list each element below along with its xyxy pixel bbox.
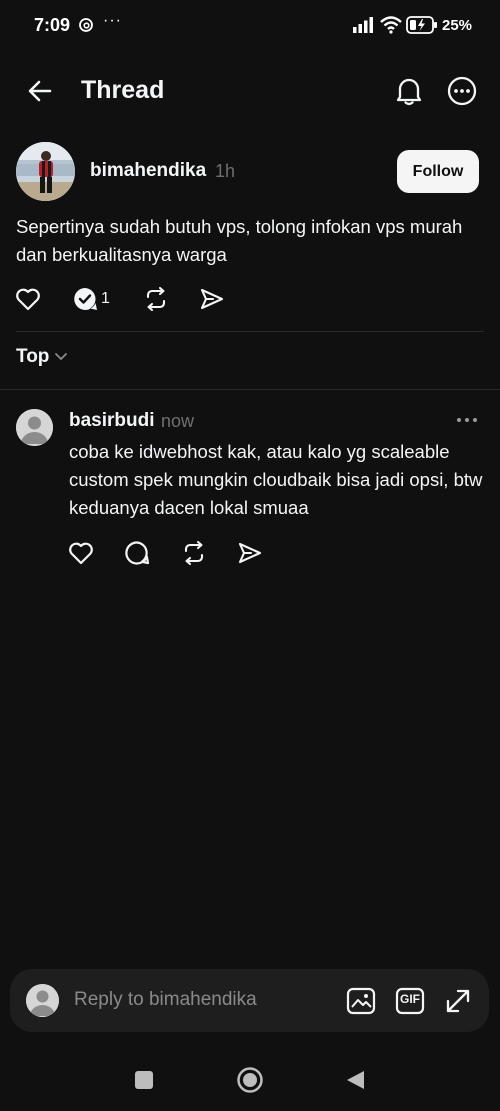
expand-icon bbox=[446, 989, 470, 1013]
reply-more-button[interactable] bbox=[452, 408, 482, 432]
back-button[interactable] bbox=[24, 75, 56, 107]
chevron-down-icon bbox=[55, 353, 68, 361]
sort-dropdown[interactable]: Top bbox=[16, 346, 68, 368]
reply-timestamp: now bbox=[161, 411, 195, 431]
share-icon bbox=[238, 542, 262, 564]
home-icon bbox=[237, 1067, 263, 1093]
post-timestamp: 1h bbox=[215, 161, 236, 181]
more-circle-icon bbox=[447, 76, 477, 106]
status-more-icon: ··· bbox=[103, 12, 122, 29]
post-repost-button[interactable] bbox=[141, 284, 171, 314]
status-time: 7:09 bbox=[34, 15, 71, 35]
repost-icon bbox=[184, 540, 204, 566]
battery-icon bbox=[406, 16, 438, 34]
reply-avatar[interactable] bbox=[16, 409, 53, 446]
follow-button[interactable]: Follow bbox=[397, 150, 479, 193]
comment-icon bbox=[125, 541, 150, 565]
post-reply-button[interactable] bbox=[70, 284, 100, 314]
status-bar: 7:09 ··· 25% bbox=[0, 0, 500, 52]
composer-avatar bbox=[26, 984, 59, 1017]
battery-percent: 25% bbox=[442, 17, 473, 34]
bell-icon bbox=[396, 78, 422, 106]
wifi-icon bbox=[379, 15, 403, 35]
notifications-button[interactable] bbox=[392, 74, 426, 108]
reply-like-button[interactable] bbox=[66, 538, 96, 568]
reply-input[interactable] bbox=[74, 985, 334, 1015]
threads-icon bbox=[78, 17, 94, 33]
post-text: Sepertinya sudah butuh vps, tolong infok… bbox=[16, 216, 463, 265]
reply-text: coba ke idwebhost kak, atau kalo yg scal… bbox=[69, 441, 483, 518]
heart-icon bbox=[69, 542, 93, 565]
post-share-button[interactable] bbox=[197, 284, 227, 314]
comment-checked-icon bbox=[74, 288, 97, 310]
gif-label: GIF bbox=[400, 992, 420, 1006]
repost-icon bbox=[146, 286, 166, 312]
recents-icon bbox=[135, 1071, 153, 1089]
reply-composer: GIF bbox=[10, 969, 489, 1032]
image-icon bbox=[346, 987, 376, 1015]
divider bbox=[16, 331, 484, 332]
more-horizontal-icon bbox=[457, 418, 477, 422]
post-like-button[interactable] bbox=[13, 284, 43, 314]
expand-composer-button[interactable] bbox=[441, 984, 475, 1018]
nav-home-button[interactable] bbox=[236, 1066, 264, 1094]
more-options-button[interactable] bbox=[445, 74, 479, 108]
nav-recents-button[interactable] bbox=[133, 1069, 155, 1091]
nav-back-button[interactable] bbox=[343, 1068, 367, 1092]
back-arrow-icon bbox=[28, 80, 52, 102]
sort-label: Top bbox=[16, 346, 50, 367]
reply-repost-button[interactable] bbox=[179, 538, 209, 568]
page-title: Thread bbox=[81, 76, 165, 104]
attach-image-button[interactable] bbox=[344, 985, 378, 1017]
reply-comment-button[interactable] bbox=[122, 538, 152, 568]
heart-icon bbox=[16, 288, 40, 311]
back-icon bbox=[347, 1071, 364, 1089]
gif-button[interactable]: GIF bbox=[393, 985, 427, 1017]
post-avatar[interactable] bbox=[16, 142, 75, 201]
reply-username[interactable]: basirbudi bbox=[69, 410, 155, 432]
divider bbox=[0, 389, 500, 390]
reply-share-button[interactable] bbox=[235, 538, 265, 568]
post-username[interactable]: bimahendika bbox=[90, 160, 206, 182]
signal-icon bbox=[353, 17, 375, 33]
post-reply-count: 1 bbox=[101, 290, 110, 307]
share-icon bbox=[200, 288, 224, 310]
